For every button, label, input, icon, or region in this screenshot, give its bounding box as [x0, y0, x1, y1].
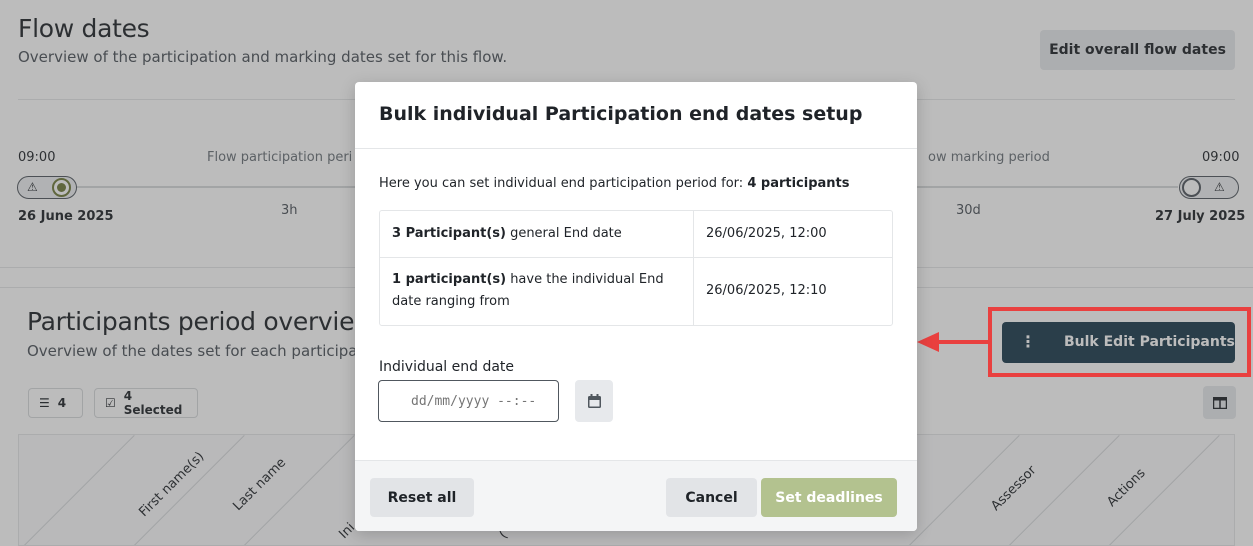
- summary-row-label: 1 participant(s) have the individual End…: [392, 269, 664, 313]
- bulk-end-dates-modal: Bulk individual Participation end dates …: [355, 82, 917, 531]
- modal-intro-count: 4 participants: [747, 176, 850, 191]
- summary-row-count: 1 participant(s): [392, 272, 507, 287]
- summary-row-value: 26/06/2025, 12:10: [706, 283, 827, 298]
- summary-table: 3 Participant(s) general End date 26/06/…: [379, 210, 893, 326]
- summary-row: 1 participant(s) have the individual End…: [380, 258, 892, 326]
- annotation-highlight-box: [988, 307, 1251, 377]
- summary-row-value: 26/06/2025, 12:00: [706, 226, 827, 241]
- cancel-button[interactable]: Cancel: [666, 478, 757, 517]
- modal-footer: Reset all Cancel Set deadlines: [355, 460, 917, 531]
- modal-intro: Here you can set individual end particip…: [379, 176, 850, 191]
- annotation-arrow-head: [917, 332, 939, 352]
- modal-header: Bulk individual Participation end dates …: [355, 82, 917, 149]
- summary-row: 3 Participant(s) general End date 26/06/…: [380, 211, 892, 258]
- summary-row-text: have the individual End: [506, 272, 664, 287]
- summary-row-text-line2: date ranging from: [392, 294, 510, 309]
- summary-row-label: 3 Participant(s) general End date: [392, 223, 622, 245]
- set-deadlines-button[interactable]: Set deadlines: [761, 478, 897, 517]
- annotation-arrow-line: [935, 340, 988, 344]
- summary-row-count: 3 Participant(s): [392, 226, 506, 241]
- end-date-field-label: Individual end date: [379, 359, 515, 375]
- end-date-input[interactable]: [378, 380, 559, 422]
- summary-row-text: general End date: [505, 226, 622, 241]
- calendar-icon: [587, 394, 601, 408]
- modal-title: Bulk individual Participation end dates …: [379, 103, 863, 125]
- calendar-button[interactable]: [575, 380, 613, 422]
- reset-all-button[interactable]: Reset all: [370, 478, 474, 517]
- modal-intro-text: Here you can set individual end particip…: [379, 176, 748, 191]
